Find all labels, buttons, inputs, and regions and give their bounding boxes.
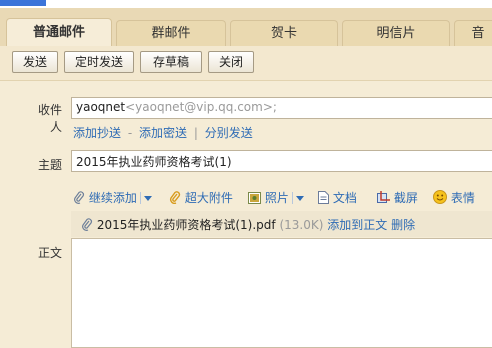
recipient-address: <yaoqnet@vip.qq.com>; bbox=[125, 100, 277, 114]
attachment-filename: 2015年执业药师资格考试(1).pdf bbox=[96, 218, 276, 232]
save-draft-button[interactable]: 存草稿 bbox=[140, 51, 202, 73]
add-to-body-link[interactable]: 添加到正文 bbox=[327, 218, 387, 232]
document-label: 文档 bbox=[332, 191, 357, 205]
paperclip-icon bbox=[82, 218, 92, 231]
scheduled-send-button[interactable]: 定时发送 bbox=[64, 51, 134, 73]
tab-music-card[interactable]: 音 bbox=[454, 20, 492, 46]
screenshot-label: 截屏 bbox=[393, 191, 418, 205]
attachment-item: 2015年执业药师资格考试(1).pdf (13.0K) 添加到正文 删除 bbox=[71, 211, 492, 237]
document-icon bbox=[318, 191, 329, 204]
add-bcc-link[interactable]: 添加密送 bbox=[139, 126, 187, 140]
subject-label: 主题 bbox=[37, 158, 62, 172]
top-accent-bar bbox=[0, 0, 46, 6]
paperclip-icon bbox=[74, 191, 84, 204]
recipient-links: 添加抄送 - 添加密送 | 分别发送 bbox=[73, 124, 253, 141]
emoji-button[interactable]: 表情 bbox=[433, 189, 475, 206]
recipient-field[interactable]: yaoqnet<yaoqnet@vip.qq.com>; bbox=[71, 97, 492, 119]
recipient-name: yaoqnet bbox=[76, 100, 126, 114]
subject-field[interactable]: 2015年执业药师资格考试(1) bbox=[71, 150, 492, 172]
emoji-label: 表情 bbox=[450, 191, 475, 205]
links-dash: - bbox=[127, 126, 133, 140]
top-strip bbox=[0, 0, 492, 8]
continue-add-label: 继续添加 bbox=[88, 191, 137, 205]
chevron-down-icon[interactable] bbox=[143, 196, 152, 201]
links-separator: | bbox=[193, 126, 198, 140]
screenshot-icon bbox=[377, 191, 390, 203]
tab-greeting-card[interactable]: 贺卡 bbox=[230, 20, 338, 46]
large-attachment-label: 超大附件 bbox=[184, 191, 233, 205]
delete-attachment-link[interactable]: 删除 bbox=[391, 218, 415, 232]
compose-toolbar: 发送 定时发送 存草稿 关闭 bbox=[0, 46, 492, 81]
body-label: 正文 bbox=[37, 246, 62, 260]
large-attachment-icon bbox=[169, 191, 181, 204]
close-button[interactable]: 关闭 bbox=[208, 51, 254, 73]
add-cc-link[interactable]: 添加抄送 bbox=[73, 126, 121, 140]
send-button[interactable]: 发送 bbox=[12, 51, 58, 73]
tab-group-mail[interactable]: 群邮件 bbox=[116, 20, 226, 46]
photo-label: 照片 bbox=[264, 191, 289, 205]
photo-dropdown-icon[interactable] bbox=[295, 196, 304, 201]
photo-icon bbox=[248, 192, 261, 204]
smiley-icon bbox=[433, 190, 447, 204]
separate-send-link[interactable]: 分别发送 bbox=[205, 126, 253, 140]
screenshot-button[interactable]: 截屏 bbox=[377, 189, 418, 206]
attachment-size: (13.0K) bbox=[279, 218, 324, 232]
recipient-label: 收件人 bbox=[37, 103, 62, 134]
document-button[interactable]: 文档 bbox=[318, 189, 357, 206]
tab-postcard[interactable]: 明信片 bbox=[342, 20, 450, 46]
subject-value: 2015年执业药师资格考试(1) bbox=[76, 155, 232, 169]
photo-button[interactable]: 照片 bbox=[248, 189, 304, 206]
body-editor[interactable] bbox=[71, 238, 492, 348]
tab-normal-mail[interactable]: 普通邮件 bbox=[6, 18, 112, 46]
large-attachment-button[interactable]: 超大附件 bbox=[169, 189, 233, 206]
continue-add-button[interactable]: 继续添加 bbox=[73, 189, 152, 206]
